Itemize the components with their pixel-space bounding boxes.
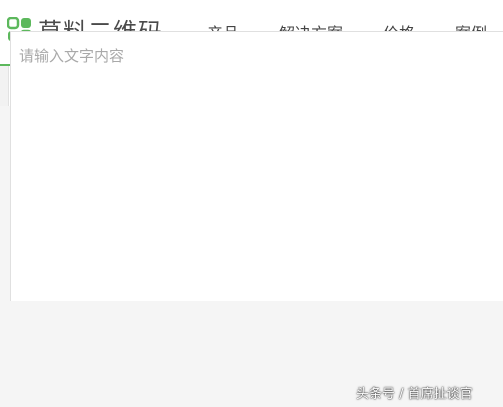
watermark: 头条号 / 首席扯谈官 xyxy=(356,387,473,402)
text-content-input[interactable] xyxy=(10,31,503,301)
